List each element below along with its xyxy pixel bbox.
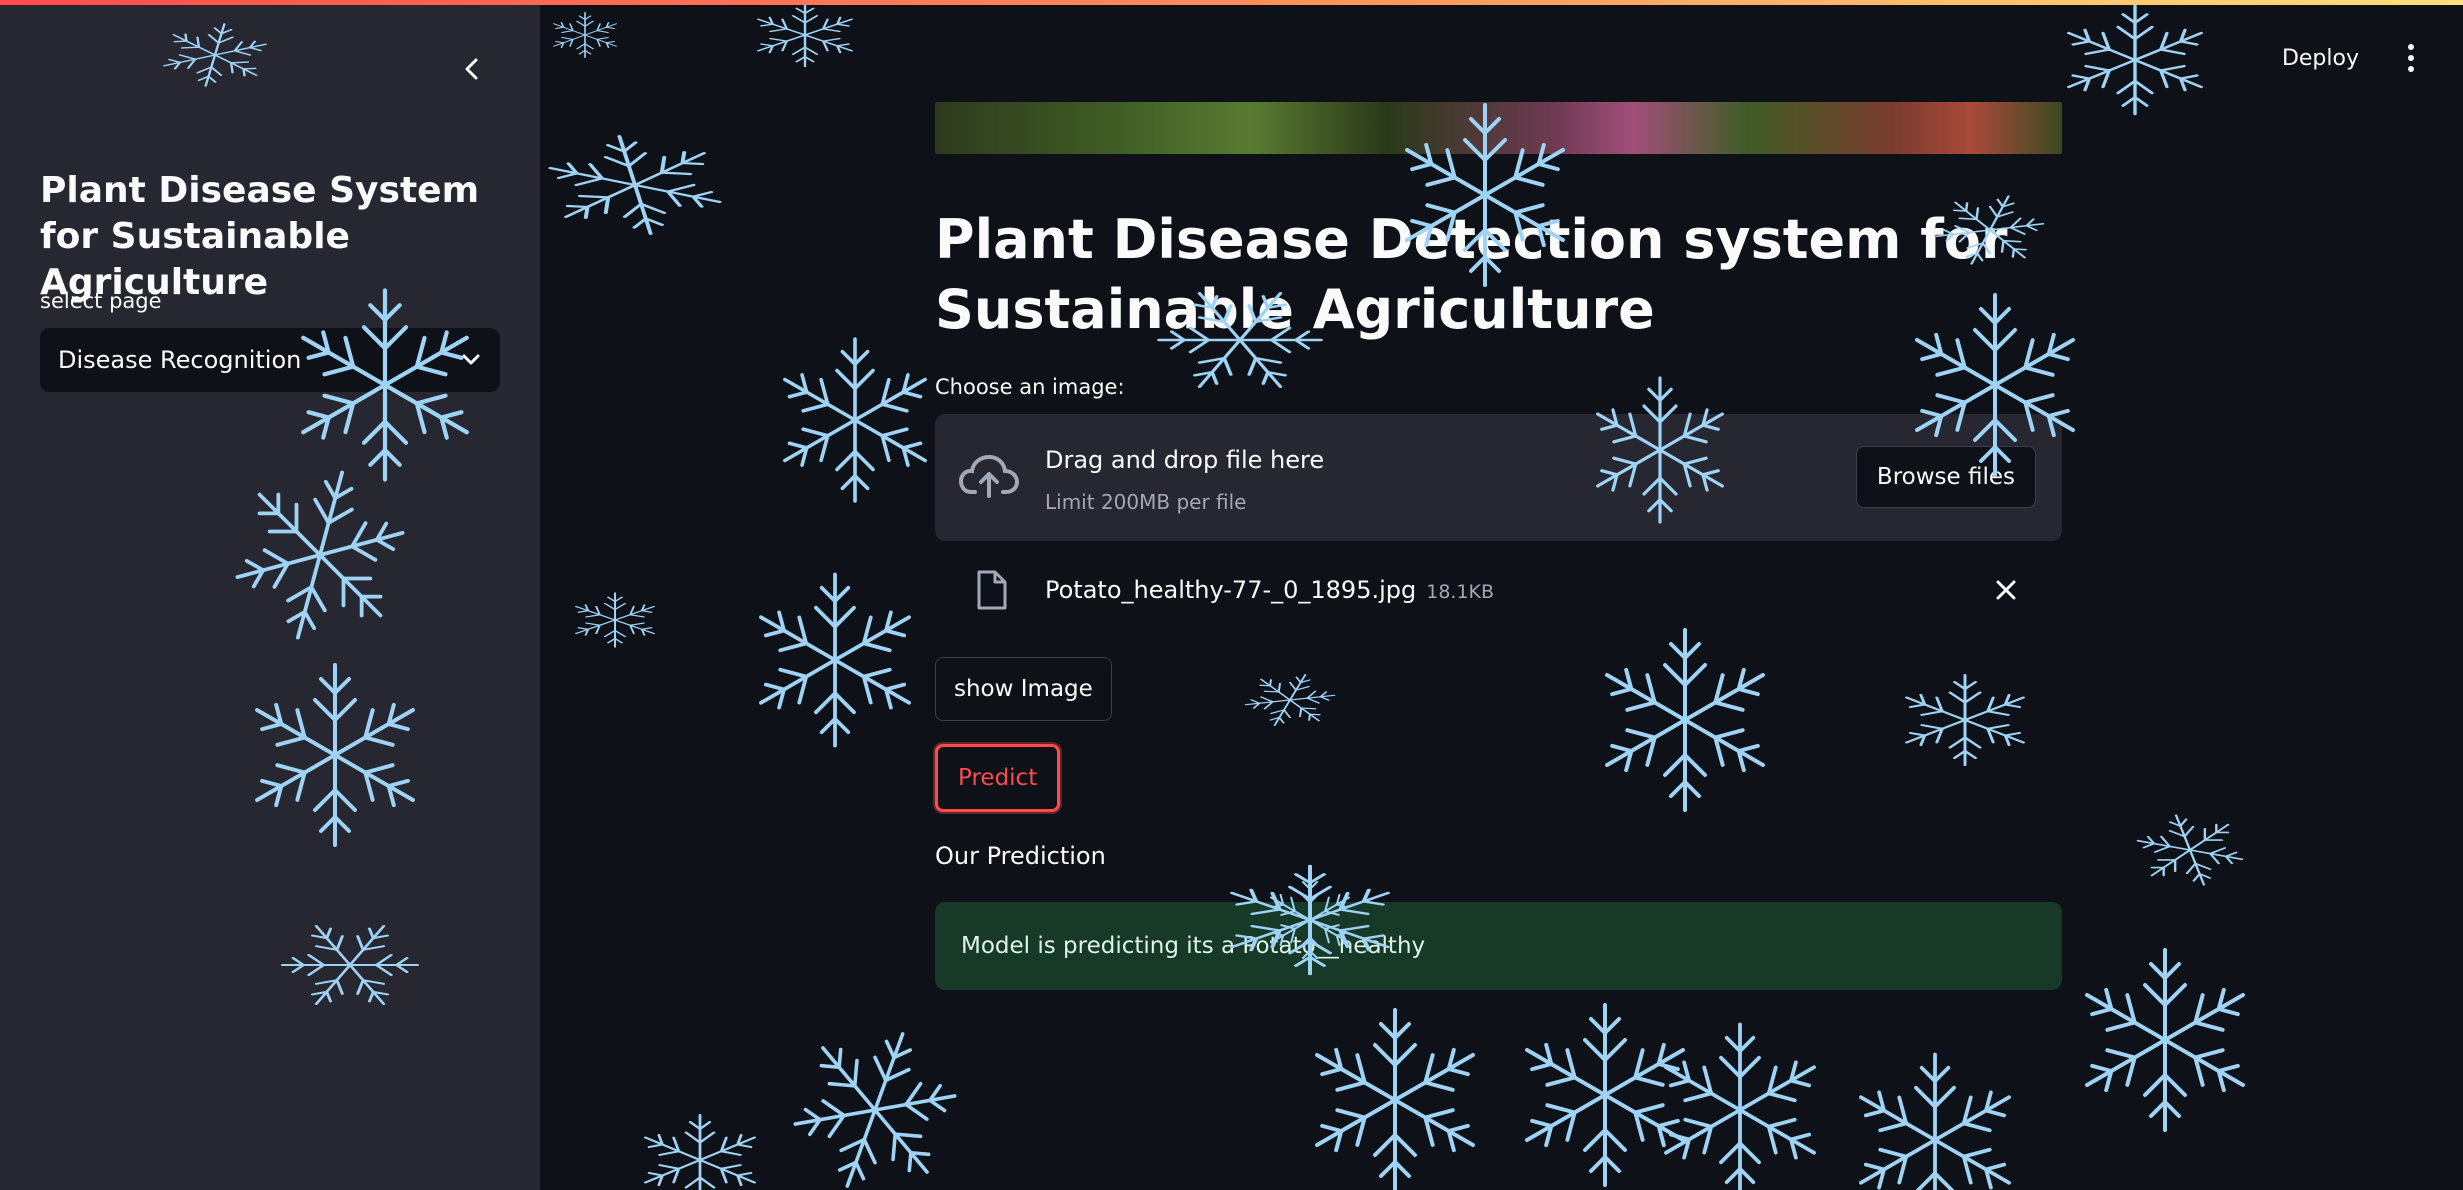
close-icon[interactable]: [1990, 574, 2022, 606]
snowflake-icon: [1517, 1005, 1693, 1185]
snowflake-icon: [1656, 1025, 1823, 1190]
snowflake-icon: [752, 3, 858, 66]
prediction-result-text: Model is predicting its a Potato__health…: [961, 933, 1426, 959]
snowflake-icon: [1851, 1055, 2018, 1190]
file-name-text: Potato_healthy-77-_0_1895.jpg: [1045, 576, 1417, 604]
prediction-heading: Our Prediction: [935, 842, 1106, 870]
page-select[interactable]: Disease Recognition: [40, 328, 500, 392]
header-actions: Deploy: [2282, 44, 2423, 72]
uploaded-file-row: Potato_healthy-77-_0_1895.jpg 18.1KB: [935, 560, 2062, 622]
file-limit-text: Limit 200MB per file: [1045, 490, 1247, 514]
chevron-left-icon: [465, 58, 478, 80]
page-title: Plant Disease Detection system for Susta…: [935, 208, 2008, 341]
snowflake-icon: [1597, 630, 1773, 810]
sidebar-title: Plant Disease System for Sustainable Agr…: [40, 170, 480, 303]
deploy-button[interactable]: Deploy: [2282, 46, 2359, 71]
browse-files-button[interactable]: Browse files: [1855, 446, 2036, 508]
snowflake-icon: [638, 1115, 761, 1190]
show-image-button[interactable]: show Image: [935, 657, 1112, 721]
snowflake-icon: [2077, 950, 2253, 1130]
snowflake-icon: [2060, 6, 2210, 114]
snowflake-icon: [1307, 1010, 1483, 1190]
snowflake-icon: [554, 584, 676, 657]
kebab-menu-icon[interactable]: [2399, 44, 2423, 72]
snowflake-icon: [776, 339, 934, 501]
page-select-value: Disease Recognition: [58, 346, 302, 374]
drag-drop-text: Drag and drop file here: [1045, 446, 1325, 474]
file-icon: [977, 570, 1007, 610]
snowflake-icon: [1238, 669, 1342, 730]
file-name: Potato_healthy-77-_0_1895.jpg 18.1KB: [1045, 576, 1494, 604]
snowflake-icon: [1874, 659, 2057, 780]
prediction-result-alert: Model is predicting its a Potato__health…: [935, 902, 2062, 990]
chevron-down-icon: [462, 354, 480, 365]
sidebar: Plant Disease System for Sustainable Agr…: [0, 0, 540, 1190]
snowflake-icon: [773, 1007, 977, 1190]
cloud-upload-icon: [959, 454, 1019, 498]
banner-image: [935, 102, 2062, 154]
file-uploader-dropzone[interactable]: Drag and drop file here Limit 200MB per …: [935, 414, 2062, 541]
snowflake-icon: [550, 13, 620, 58]
uploader-label: Choose an image:: [935, 375, 1125, 399]
predict-button[interactable]: Predict: [935, 744, 1061, 812]
snowflake-icon: [751, 575, 918, 746]
select-page-label: select page: [40, 289, 162, 313]
collapse-sidebar-button[interactable]: [455, 52, 489, 86]
snowflake-icon: [2115, 800, 2266, 901]
top-decoration-bar: [0, 0, 2463, 5]
file-size: 18.1KB: [1426, 581, 1495, 603]
snowflake-icon: [533, 128, 737, 242]
